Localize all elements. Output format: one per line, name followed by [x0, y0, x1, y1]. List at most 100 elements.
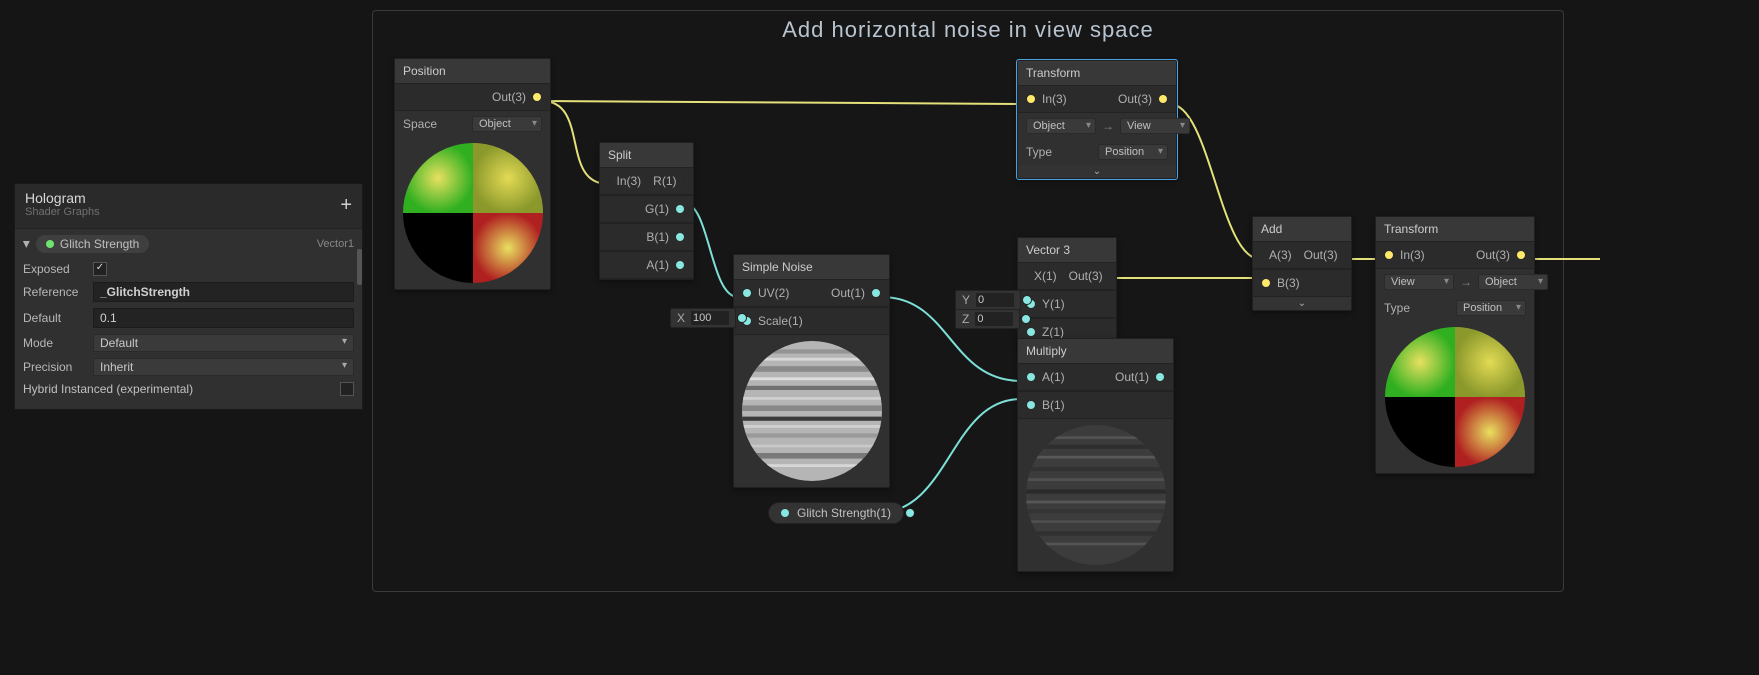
reference-input[interactable]	[93, 282, 354, 302]
arrow-icon: →	[1102, 119, 1114, 133]
r-port[interactable]	[683, 176, 685, 186]
parameter-row[interactable]: ▶ Glitch Strength Vector1	[21, 233, 356, 259]
uv-label: UV(2)	[758, 286, 789, 300]
x-value[interactable]	[691, 311, 729, 325]
node-title[interactable]: Multiply	[1018, 339, 1173, 363]
z-value[interactable]	[975, 312, 1013, 326]
z-label: Z	[962, 312, 969, 326]
out-label: Out(3)	[1069, 269, 1103, 283]
y-value[interactable]	[976, 293, 1014, 307]
scale-label: Scale(1)	[758, 314, 803, 328]
z-port[interactable]	[1026, 327, 1036, 337]
a-port[interactable]	[1261, 250, 1263, 260]
expand-toggle[interactable]: ⌄	[1018, 165, 1176, 178]
b-label: B(1)	[646, 230, 669, 244]
vector3-z-input[interactable]: Z	[955, 309, 1020, 329]
from-space-select[interactable]: Object	[1026, 118, 1096, 134]
out-label: Out(3)	[1118, 92, 1152, 106]
scale-x-input-detached[interactable]: X	[670, 308, 736, 328]
type-select[interactable]: Position	[1098, 144, 1168, 160]
out-port[interactable]	[1158, 94, 1168, 104]
precision-label: Precision	[23, 360, 85, 374]
parameter-name: Glitch Strength	[60, 237, 139, 251]
default-input[interactable]	[93, 308, 354, 328]
node-simple-noise[interactable]: Simple Noise UV(2) Out(1) Scale(1)	[733, 254, 890, 488]
x-port[interactable]	[737, 313, 747, 323]
node-preview	[1376, 321, 1534, 473]
hybrid-instanced-label: Hybrid Instanced (experimental)	[23, 382, 332, 396]
blackboard-inspector[interactable]: Hologram Shader Graphs + ▶ Glitch Streng…	[14, 183, 363, 410]
parameter-chip[interactable]: Glitch Strength	[36, 235, 149, 253]
z-port-link[interactable]	[1021, 314, 1031, 324]
out-port[interactable]	[871, 288, 881, 298]
in-port[interactable]	[1026, 94, 1036, 104]
y-port-link[interactable]	[1022, 295, 1032, 305]
out-label: Out(3)	[1304, 248, 1338, 262]
in-port[interactable]	[608, 176, 610, 186]
uv-port[interactable]	[742, 288, 752, 298]
out-port[interactable]	[1344, 250, 1346, 260]
out-port[interactable]	[1516, 250, 1526, 260]
space-select[interactable]: Object	[472, 116, 542, 132]
in-port[interactable]	[1384, 250, 1394, 260]
node-transform-2[interactable]: Transform In(3) Out(3) View → Object Typ…	[1375, 216, 1535, 474]
out-port[interactable]	[1155, 372, 1165, 382]
node-transform-1[interactable]: Transform In(3) Out(3) Object → View Typ…	[1017, 60, 1177, 179]
vector3-y-input[interactable]: Y	[955, 290, 1021, 310]
node-vector3[interactable]: Vector 3 X(1) Out(3) Y(1) Z(1)	[1017, 237, 1117, 347]
node-preview	[734, 335, 889, 487]
node-title[interactable]: Add	[1253, 217, 1351, 241]
node-title[interactable]: Simple Noise	[734, 255, 889, 279]
r-label: R(1)	[653, 174, 676, 188]
out-port[interactable]	[1109, 271, 1111, 281]
node-title[interactable]: Transform	[1376, 217, 1534, 241]
a-label: A(1)	[1042, 370, 1065, 384]
property-label: Glitch Strength(1)	[797, 506, 891, 520]
from-space-select[interactable]: View	[1384, 274, 1454, 290]
to-space-select[interactable]: View	[1120, 118, 1190, 134]
type-label: Type	[1384, 301, 1410, 315]
b-label: B(1)	[1042, 398, 1065, 412]
graph-type: Shader Graphs	[25, 206, 352, 218]
a-port[interactable]	[1026, 372, 1036, 382]
property-out-port[interactable]	[905, 508, 915, 518]
expand-toggle[interactable]: ⌄	[1253, 297, 1351, 310]
b-port[interactable]	[1026, 400, 1036, 410]
to-space-select[interactable]: Object	[1478, 274, 1548, 290]
inspector-body: ▶ Glitch Strength Vector1 Exposed ✓ Refe…	[15, 228, 362, 409]
node-title[interactable]: Split	[600, 143, 693, 167]
mode-select[interactable]: Default	[93, 334, 354, 352]
add-parameter-button[interactable]: +	[340, 194, 352, 217]
property-dot-icon	[781, 509, 789, 517]
graph-name: Hologram	[25, 190, 352, 206]
exposed-checkbox[interactable]: ✓	[93, 262, 107, 276]
b-port[interactable]	[1261, 278, 1271, 288]
out-port[interactable]	[532, 92, 542, 102]
exposed-label: Exposed	[23, 262, 85, 276]
type-select[interactable]: Position	[1456, 300, 1526, 316]
node-position[interactable]: Position Out(3) Space Object	[394, 58, 551, 290]
type-label: Type	[1026, 145, 1052, 159]
a-label: A(3)	[1269, 248, 1292, 262]
scrollbar[interactable]	[356, 229, 362, 409]
hybrid-instanced-checkbox[interactable]	[340, 382, 354, 396]
a-port[interactable]	[675, 260, 685, 270]
node-split[interactable]: Split In(3) R(1) G(1) B(1) A(1)	[599, 142, 694, 280]
precision-select[interactable]: Inherit	[93, 358, 354, 376]
b-port[interactable]	[675, 232, 685, 242]
node-multiply[interactable]: Multiply A(1) Out(1) B(1)	[1017, 338, 1174, 572]
node-title[interactable]: Vector 3	[1018, 238, 1116, 262]
g-port[interactable]	[675, 204, 685, 214]
y-label: Y(1)	[1042, 297, 1065, 311]
node-add[interactable]: Add A(3) Out(3) B(3) ⌄	[1252, 216, 1352, 311]
x-port[interactable]	[1026, 271, 1028, 281]
node-title[interactable]: Position	[395, 59, 550, 83]
caret-down-icon[interactable]: ▶	[21, 241, 32, 248]
b-label: B(3)	[1277, 276, 1300, 290]
in-label: In(3)	[1400, 248, 1425, 262]
node-title[interactable]: Transform	[1018, 61, 1176, 85]
out-label: Out(1)	[1115, 370, 1149, 384]
property-pill-glitch-strength[interactable]: Glitch Strength(1)	[768, 502, 904, 524]
in-label: In(3)	[1042, 92, 1067, 106]
node-preview	[395, 137, 550, 289]
